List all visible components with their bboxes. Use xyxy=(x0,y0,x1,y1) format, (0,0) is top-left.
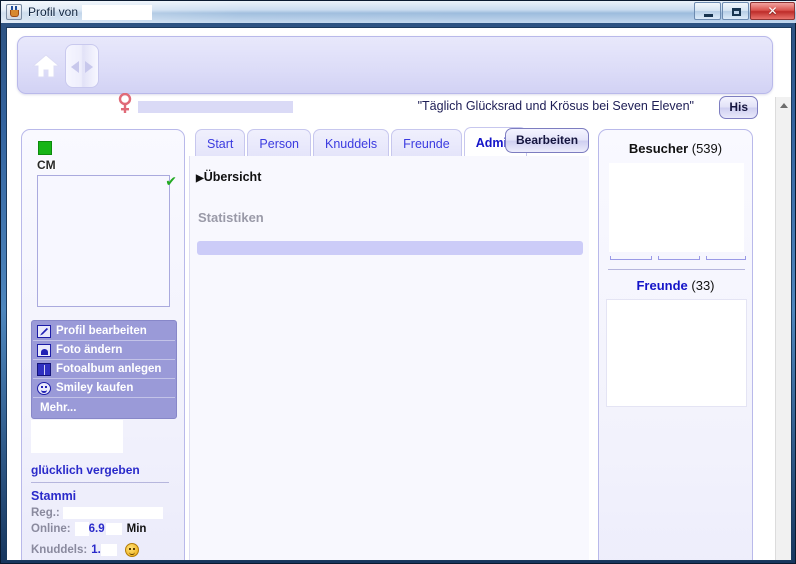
stat-row-online: Online: 6.9 Min xyxy=(31,522,146,536)
history-button[interactable]: His xyxy=(719,96,758,119)
visitors-friends-panel: Besucher (539) Freunde (33) xyxy=(598,129,753,560)
edit-profile-button[interactable]: Bearbeiten xyxy=(505,128,590,153)
user-handle: CM xyxy=(37,158,56,172)
panel-divider xyxy=(608,269,745,270)
expand-caret-icon: ▶ xyxy=(196,173,204,184)
stat-row-knuddels: Knuddels: 1. xyxy=(31,543,139,557)
knuddels-value-redaction xyxy=(100,544,117,556)
scroll-up-arrow-icon[interactable] xyxy=(776,97,791,113)
knuddels-label: Knuddels: xyxy=(31,544,88,556)
admin-tab-content: ▶Übersicht Statistiken xyxy=(189,156,589,560)
minimize-button[interactable] xyxy=(694,2,721,20)
uebersicht-heading[interactable]: ▶Übersicht xyxy=(196,170,261,184)
sidebar-item-foto-aendern[interactable]: Foto ändern xyxy=(33,341,175,360)
visitor-thumb-slot[interactable] xyxy=(610,256,652,260)
smiley-icon xyxy=(37,381,51,395)
profile-photo-placeholder[interactable]: ✔ xyxy=(37,174,177,307)
online-unit: Min xyxy=(126,523,147,535)
sidebar-item-label: Mehr... xyxy=(40,401,77,414)
page-content: "Täglich Glücksrad und Krösus bei Seven … xyxy=(6,27,792,561)
maximize-button[interactable] xyxy=(722,2,749,20)
relationship-status: glücklich vergeben xyxy=(31,463,140,477)
knuddels-value: 1. xyxy=(91,544,101,556)
tab-knuddels[interactable]: Knuddels xyxy=(313,129,390,157)
tab-start[interactable]: Start xyxy=(195,129,246,157)
application-window: Profil von ✕ "Täglich Glücksrad und Krös… xyxy=(0,0,796,564)
sidebar-divider xyxy=(31,482,169,483)
home-icon[interactable] xyxy=(32,53,60,79)
friends-count: (33) xyxy=(691,278,715,293)
tab-freunde[interactable]: Freunde xyxy=(391,129,462,157)
close-button[interactable]: ✕ xyxy=(750,2,795,20)
friends-list-area[interactable] xyxy=(606,299,747,407)
visitors-list-area[interactable] xyxy=(609,163,744,252)
photo-icon xyxy=(37,343,51,357)
navigation-pad[interactable] xyxy=(65,44,99,88)
online-label: Online: xyxy=(31,523,71,535)
stat-row-registration: Reg.: xyxy=(31,507,163,519)
friends-heading: Freunde (33) xyxy=(599,278,752,293)
status-text-redacted xyxy=(31,420,123,453)
sidebar-item-label: Profil bearbeiten xyxy=(56,325,147,337)
pencil-edit-icon xyxy=(37,324,51,338)
friends-label: Freunde xyxy=(636,278,688,293)
uebersicht-label: Übersicht xyxy=(203,170,262,184)
window-title: Profil von xyxy=(28,5,79,19)
sidebar-item-mehr[interactable]: Mehr... xyxy=(33,398,175,417)
statistiken-heading: Statistiken xyxy=(198,210,264,225)
profile-sidebar: CM ✔ Profil bearbeiten Foto ändern Fotoa… xyxy=(21,129,185,560)
window-controls: ✕ xyxy=(694,2,795,20)
tab-person[interactable]: Person xyxy=(247,129,312,157)
java-app-icon xyxy=(6,4,22,20)
visitor-thumb-slot[interactable] xyxy=(706,256,746,260)
reg-value-redacted xyxy=(62,507,163,519)
reg-label: Reg.: xyxy=(31,507,60,519)
sidebar-item-smiley-kaufen[interactable]: Smiley kaufen xyxy=(33,379,175,398)
online-value: 6.9 xyxy=(88,523,105,535)
album-book-icon xyxy=(37,362,51,376)
title-redacted-name xyxy=(82,4,153,20)
sidebar-item-label: Foto ändern xyxy=(56,344,123,356)
online-value-redaction-left xyxy=(74,522,89,536)
online-status-indicator xyxy=(38,141,52,155)
sidebar-item-profil-bearbeiten[interactable]: Profil bearbeiten xyxy=(33,322,175,341)
back-arrow-icon[interactable] xyxy=(71,61,79,73)
statistics-bar xyxy=(197,241,583,255)
sidebar-item-label: Fotoalbum anlegen xyxy=(56,363,162,375)
sidebar-item-label: Smiley kaufen xyxy=(56,382,134,394)
online-value-redaction-right xyxy=(105,523,122,535)
membership-badge: Stammi xyxy=(31,489,77,503)
title-bar: Profil von ✕ xyxy=(1,1,796,23)
profile-name-redacted xyxy=(138,101,293,113)
close-icon: ✕ xyxy=(767,4,778,18)
visitor-thumb-slot[interactable] xyxy=(658,256,700,260)
sidebar-menu: Profil bearbeiten Foto ändern Fotoalbum … xyxy=(31,320,177,419)
verified-check-icon: ✔ xyxy=(165,174,177,190)
sidebar-item-fotoalbum-anlegen[interactable]: Fotoalbum anlegen xyxy=(33,360,175,379)
profile-tabs: Start Person Knuddels Freunde Admin xyxy=(195,127,529,157)
visitors-count: (539) xyxy=(691,141,723,156)
visitors-heading: Besucher (539) xyxy=(599,141,752,156)
profile-quote: "Täglich Glücksrad und Krösus bei Seven … xyxy=(417,99,694,113)
vertical-scrollbar[interactable] xyxy=(775,97,791,560)
female-gender-icon xyxy=(118,93,132,113)
profile-header: "Täglich Glücksrad und Krösus bei Seven … xyxy=(17,36,773,119)
visitors-label: Besucher xyxy=(628,141,689,156)
knuddels-smiley-icon xyxy=(124,543,139,557)
forward-arrow-icon[interactable] xyxy=(85,61,93,73)
